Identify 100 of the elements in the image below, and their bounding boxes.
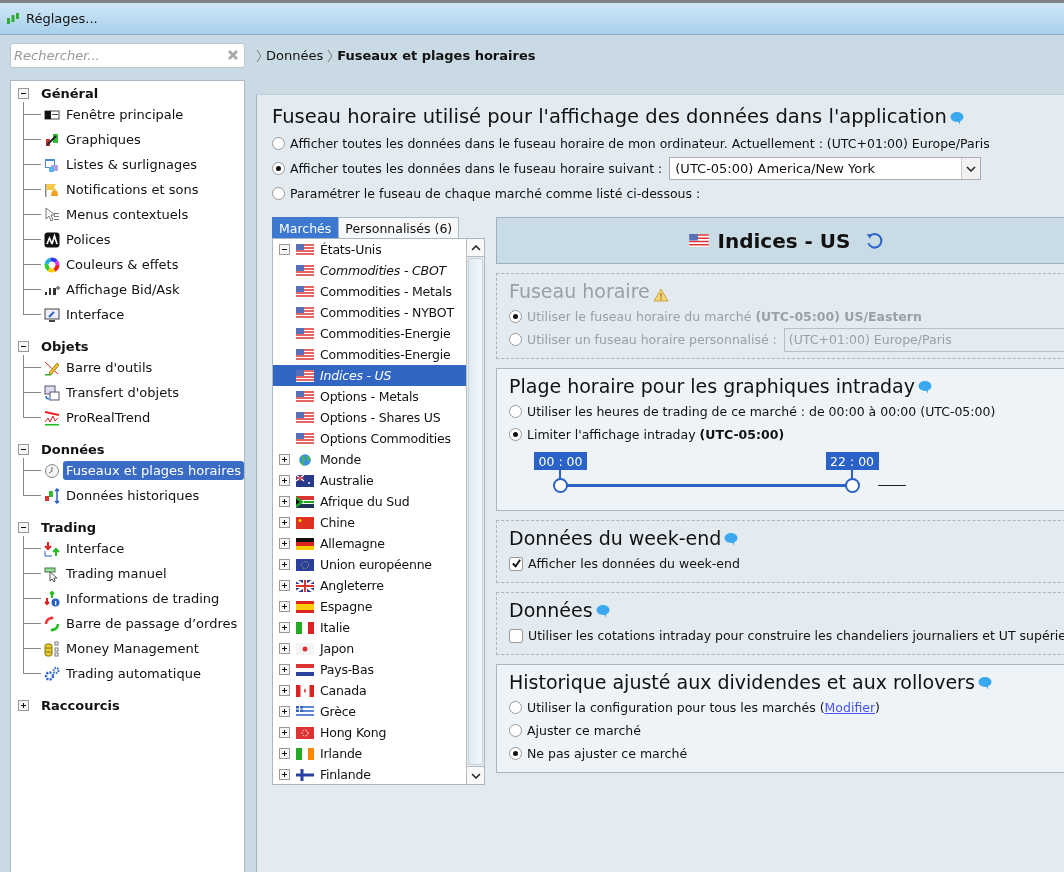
group-title[interactable]: Général [41,85,99,101]
market-item[interactable]: Canada [320,683,367,698]
market-item[interactable]: Chine [320,515,355,530]
market-item[interactable]: Monde [320,452,361,467]
market-item[interactable]: Commodities - Metals [273,281,466,302]
group-title[interactable]: Données [41,441,105,457]
expander-icon[interactable] [18,521,29,533]
expander-icon[interactable] [279,727,290,738]
group-title[interactable]: Raccourcis [41,697,120,713]
scroll-up-button[interactable] [467,239,484,257]
radio-button[interactable] [272,162,285,175]
market-item[interactable]: États-Unis [320,242,382,257]
expander-icon[interactable] [18,87,29,99]
slider-thumb[interactable] [553,478,568,493]
expander-icon[interactable] [279,643,290,654]
market-item[interactable]: Hong Kong [320,725,387,740]
sidebar-item[interactable]: Polices [63,230,114,249]
market-item[interactable]: Commodities-Energie [273,344,466,365]
market-item[interactable]: Espagne [320,599,373,614]
sidebar-item[interactable]: Affichage Bid/Ask [63,280,183,299]
expander-icon[interactable] [279,244,290,255]
expander-icon[interactable] [279,601,290,612]
radio-button[interactable] [509,428,522,441]
scroll-thumb[interactable] [468,258,483,765]
market-item[interactable]: Indices - US [273,365,466,386]
expander-icon[interactable] [18,699,29,711]
market-item[interactable]: Australie [320,473,374,488]
reset-icon[interactable] [864,231,883,250]
expander-icon[interactable] [279,454,290,465]
slider-thumb[interactable] [844,478,860,493]
market-item[interactable]: Pays-Bas [320,662,374,677]
tab[interactable]: Personnalisés (6) [338,217,460,238]
sidebar-item[interactable]: Money Management [63,639,202,658]
market-item[interactable]: Commodities-Energie [273,323,466,344]
search-field[interactable]: Rechercher... [10,43,245,68]
expander-icon[interactable] [279,559,290,570]
breadcrumb-item[interactable]: Données [266,48,324,63]
sidebar-item[interactable]: Barre de passage d’ordres [63,614,241,633]
market-item[interactable]: Grèce [320,704,356,719]
radio-button[interactable] [272,137,285,150]
expander-icon[interactable] [279,706,290,717]
expander-icon[interactable] [18,340,29,352]
market-item[interactable]: Angleterre [320,578,384,593]
checkbox[interactable] [509,556,523,571]
market-item[interactable]: Afrique du Sud [320,494,410,509]
section-title: Historique ajusté aux dividendes et aux rollovers [509,671,975,693]
sidebar-item[interactable]: ProRealTrend [63,408,154,427]
breadcrumb-item[interactable]: Fuseaux et plages horaires [337,48,536,63]
sidebar-item[interactable]: Transfert d'objets [63,383,182,402]
sidebar-item[interactable]: Trading automatique [63,664,204,683]
expander-icon[interactable] [279,664,290,675]
group-title[interactable]: Objets [41,338,89,354]
scrollbar[interactable] [466,239,484,784]
market-item[interactable]: Japon [320,641,354,656]
market-item[interactable]: Options - Shares US [273,407,466,428]
sidebar-item[interactable]: Menus contextuels [63,205,192,224]
market-item[interactable]: Union européenne [320,557,432,572]
clock-icon [44,462,60,479]
radio-button[interactable] [509,747,522,760]
expander-icon[interactable] [279,496,290,507]
expander-icon[interactable] [279,580,290,591]
sidebar-item[interactable]: Fenêtre principale [63,105,187,124]
market-item[interactable]: Italie [320,620,350,635]
radio-button[interactable] [272,187,285,200]
expander-icon[interactable] [279,748,290,759]
market-item[interactable]: Finlande [320,767,371,782]
expander-icon[interactable] [279,685,290,696]
market-item[interactable]: Options - Metals [273,386,466,407]
modify-link[interactable]: Modifier [824,700,876,715]
sidebar-item[interactable]: Notifications et sons [63,180,202,199]
sidebar-item[interactable]: Listes & surlignages [63,155,200,174]
sidebar-item[interactable]: Informations de trading [63,589,223,608]
sidebar-item[interactable]: Fuseaux et plages horaires [63,461,244,480]
radio-button[interactable] [509,724,522,737]
market-item[interactable]: Irlande [320,746,363,761]
expander-icon[interactable] [279,538,290,549]
group-title[interactable]: Trading [41,519,96,535]
expander-icon[interactable] [279,517,290,528]
sidebar-item[interactable]: Couleurs & effets [63,255,182,274]
market-item[interactable]: Allemagne [320,536,385,551]
checkbox[interactable] [509,628,523,643]
market-item[interactable]: Commodities - CBOT [273,260,466,281]
expander-icon[interactable] [279,622,290,633]
radio-button[interactable] [509,405,522,418]
sidebar-item[interactable]: Données historiques [63,486,203,505]
range-slider[interactable]: 00 : 00 22 : 00 [533,452,912,500]
sidebar-item[interactable]: Interface [63,539,128,558]
expander-icon[interactable] [279,769,290,780]
timezone-dropdown[interactable]: (UTC-05:00) America/New York [669,157,982,180]
market-item[interactable]: Options Commodities [273,428,466,449]
expander-icon[interactable] [18,443,29,455]
radio-button[interactable] [509,701,522,714]
sidebar-item[interactable]: Barre d'outils [63,358,156,377]
sidebar-item[interactable]: Interface [63,305,128,324]
tab[interactable]: Marchés [272,217,339,238]
market-item[interactable]: Commodities - NYBOT [273,302,466,323]
sidebar-item[interactable]: Trading manuel [63,564,170,583]
scroll-down-button[interactable] [467,766,484,784]
expander-icon[interactable] [279,475,290,486]
sidebar-item[interactable]: Graphiques [63,130,144,149]
